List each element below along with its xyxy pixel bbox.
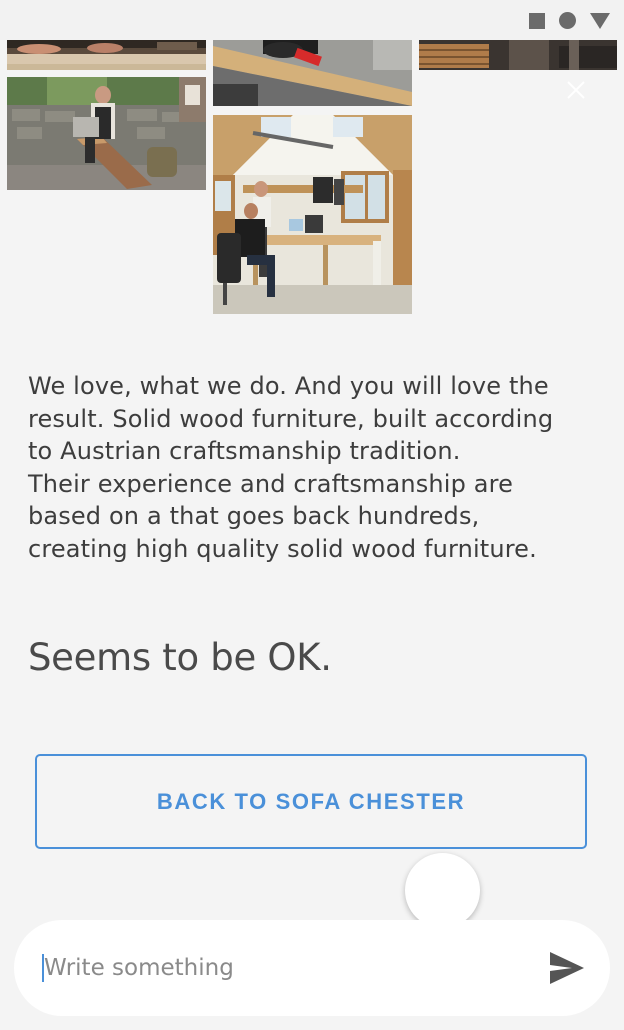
close-icon[interactable] bbox=[566, 80, 586, 100]
craftsman-planing-log-photo[interactable] bbox=[7, 77, 206, 190]
floating-action-button[interactable] bbox=[405, 853, 480, 928]
status-icons bbox=[529, 12, 610, 29]
description-text: We love, what we do. And you will love t… bbox=[28, 372, 554, 563]
status-message: Seems to be OK. bbox=[28, 636, 332, 679]
record-circle-icon bbox=[559, 12, 576, 29]
design-office-photo[interactable] bbox=[213, 115, 412, 314]
signal-triangle-icon bbox=[590, 12, 610, 29]
message-composer bbox=[14, 920, 610, 1016]
woodworking-hands-photo[interactable] bbox=[7, 40, 206, 70]
message-input[interactable] bbox=[44, 948, 524, 988]
status-bar bbox=[0, 0, 624, 40]
wood-plank-saw-photo[interactable] bbox=[213, 40, 412, 106]
back-to-sofa-button[interactable]: BACK TO SOFA CHESTER bbox=[35, 754, 587, 849]
lumber-stack-photo[interactable] bbox=[419, 40, 617, 70]
send-icon[interactable] bbox=[546, 948, 588, 988]
stop-square-icon bbox=[529, 12, 545, 29]
